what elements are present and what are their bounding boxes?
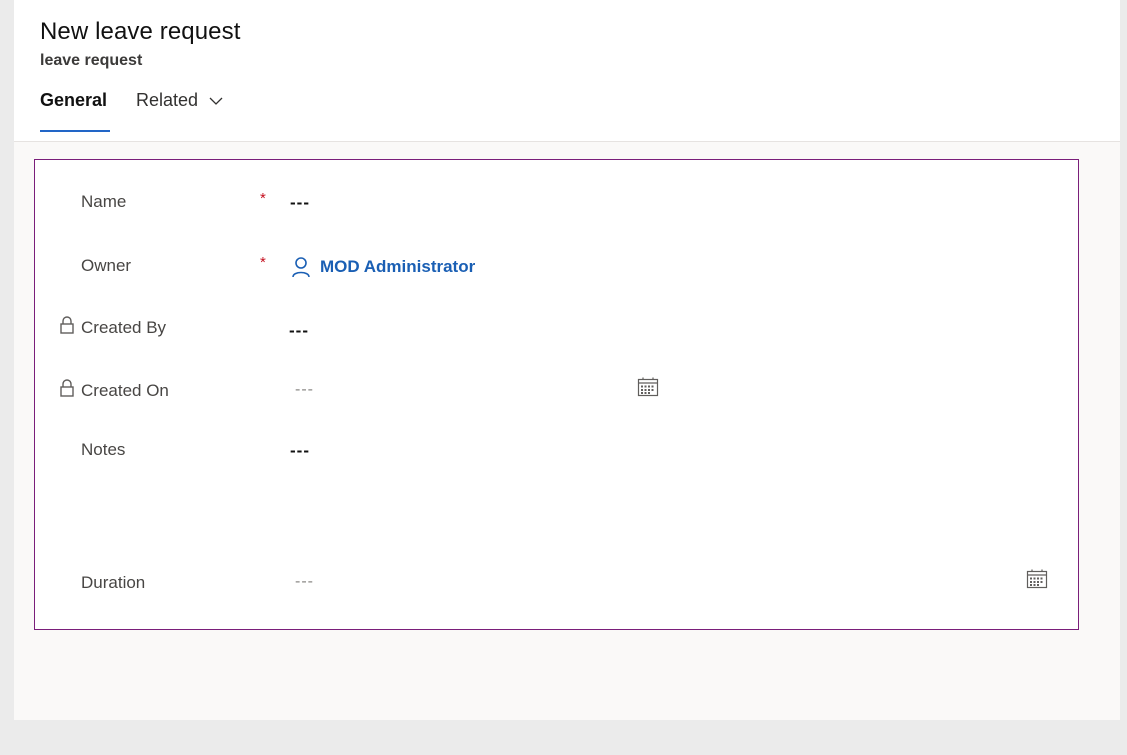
created-on-label: Created On [81, 381, 169, 400]
field-row-created-on: Created On --- [35, 377, 1078, 419]
created-on-value: --- [295, 381, 314, 398]
lock-icon [60, 316, 74, 334]
person-icon [292, 257, 310, 278]
lock-icon [60, 379, 74, 397]
chevron-down-icon [209, 97, 223, 105]
owner-lookup-link[interactable]: MOD Administrator [290, 256, 475, 278]
page-title: New leave request [40, 18, 241, 45]
name-label: Name [81, 192, 127, 211]
tab-related[interactable]: Related [136, 90, 223, 111]
field-row-name: Name * --- [35, 190, 1078, 230]
tab-general-label: General [40, 90, 108, 110]
form-header: New leave request leave request General … [14, 0, 1120, 142]
required-indicator: * [260, 190, 266, 207]
tab-related-label: Related [136, 90, 199, 110]
field-row-duration: Duration --- [35, 569, 1078, 611]
duration-field[interactable]: --- [295, 573, 314, 591]
required-indicator: * [260, 254, 266, 271]
duration-label: Duration [81, 573, 146, 592]
owner-value: MOD Administrator [320, 257, 476, 276]
general-section: Name * --- Owner * MOD Administrator Cre… [34, 159, 1079, 630]
calendar-icon[interactable] [637, 377, 659, 397]
app-window: New leave request leave request General … [14, 0, 1120, 720]
owner-label: Owner [81, 256, 132, 275]
calendar-icon[interactable] [1026, 569, 1048, 589]
field-row-created-by: Created By --- [35, 316, 1078, 356]
tab-general[interactable]: General [40, 90, 110, 132]
field-row-notes: Notes --- [35, 438, 1078, 538]
name-field[interactable]: --- [290, 193, 310, 213]
created-by-value: --- [289, 321, 309, 340]
notes-field[interactable]: --- [290, 441, 310, 461]
tab-selected-indicator [40, 130, 110, 132]
notes-label: Notes [81, 440, 126, 459]
entity-subtitle: leave request [40, 52, 143, 69]
created-by-label: Created By [81, 318, 167, 337]
field-row-owner: Owner * MOD Administrator [35, 254, 1078, 294]
